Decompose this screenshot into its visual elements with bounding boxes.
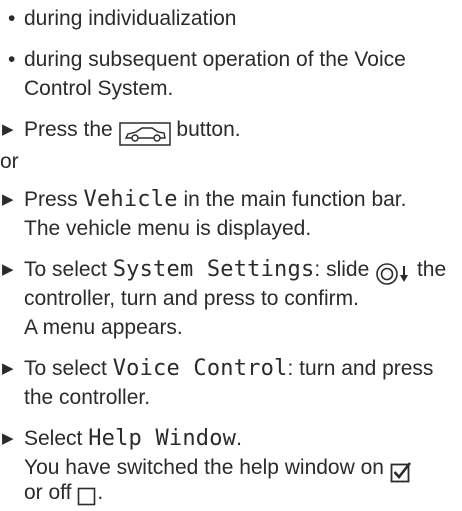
step-result-text: The vehicle menu is displayed. <box>24 217 312 240</box>
bullet-item-subsequent-operation: • during subsequent operation of the Voic… <box>8 45 406 74</box>
step-text-before: To select <box>24 258 107 281</box>
step-text-line3-end: . <box>97 481 104 504</box>
step-text-after: the <box>416 258 447 281</box>
controller-slide-down-icon <box>375 259 411 288</box>
step-text-line2: You have switched the help window on <box>24 456 384 479</box>
step-result-line3: or off . <box>24 478 103 511</box>
step-text-after: button. <box>176 118 241 141</box>
checkbox-empty-icon <box>77 482 97 511</box>
step-select-voice-control: ▶ To select Voice Control: turn and press <box>2 354 433 383</box>
step-text-after: : turn and press <box>287 357 434 380</box>
step-text-middle: : slide <box>314 258 370 281</box>
triangle-right-arrow-icon: ▶ <box>2 121 14 138</box>
voice-control-label: Voice Control <box>112 356 288 381</box>
help-window-label: Help Window <box>88 426 237 451</box>
step-text-line3: or off <box>24 481 72 504</box>
step-text-before: Press the <box>24 118 113 141</box>
car-icon <box>118 119 171 148</box>
step-text-before: Press <box>24 188 78 211</box>
step-press-vehicle: ▶ Press Vehicle in the main function bar. <box>2 185 406 214</box>
step-text-after: . <box>236 427 242 450</box>
step-text-line2: the controller. <box>24 386 151 409</box>
vehicle-menu-label: Vehicle <box>83 187 178 212</box>
system-settings-label: System Settings <box>112 257 315 282</box>
triangle-right-arrow-icon: ▶ <box>2 360 14 377</box>
triangle-right-arrow-icon: ▶ <box>2 261 14 278</box>
step-press-vehicle-button: ▶ Press the button. <box>2 115 241 148</box>
or-text: or <box>0 150 19 173</box>
manual-page: • during individualization • during subseq… <box>0 0 462 506</box>
checkbox-checked-icon <box>390 457 412 486</box>
step-select-help-window: ▶ Select Help Window. <box>2 424 242 453</box>
bullet-icon: • <box>8 7 16 30</box>
bullet-item-individualization: • during individualization <box>8 4 236 33</box>
bullet-text-line1: during subsequent operation of the Voice <box>24 48 406 71</box>
step-result-text: A menu appears. <box>24 316 183 339</box>
bullet-text-line2: Control System. <box>24 77 174 100</box>
bullet-icon: • <box>8 48 16 71</box>
step-text-line2: controller, turn and press to confirm. <box>24 287 359 310</box>
step-text-before: Select <box>24 427 83 450</box>
step-text-after: in the main function bar. <box>183 188 407 211</box>
triangle-right-arrow-icon: ▶ <box>2 430 14 447</box>
step-text-before: To select <box>24 357 107 380</box>
bullet-text: during individualization <box>24 7 237 30</box>
triangle-right-arrow-icon: ▶ <box>2 191 14 208</box>
